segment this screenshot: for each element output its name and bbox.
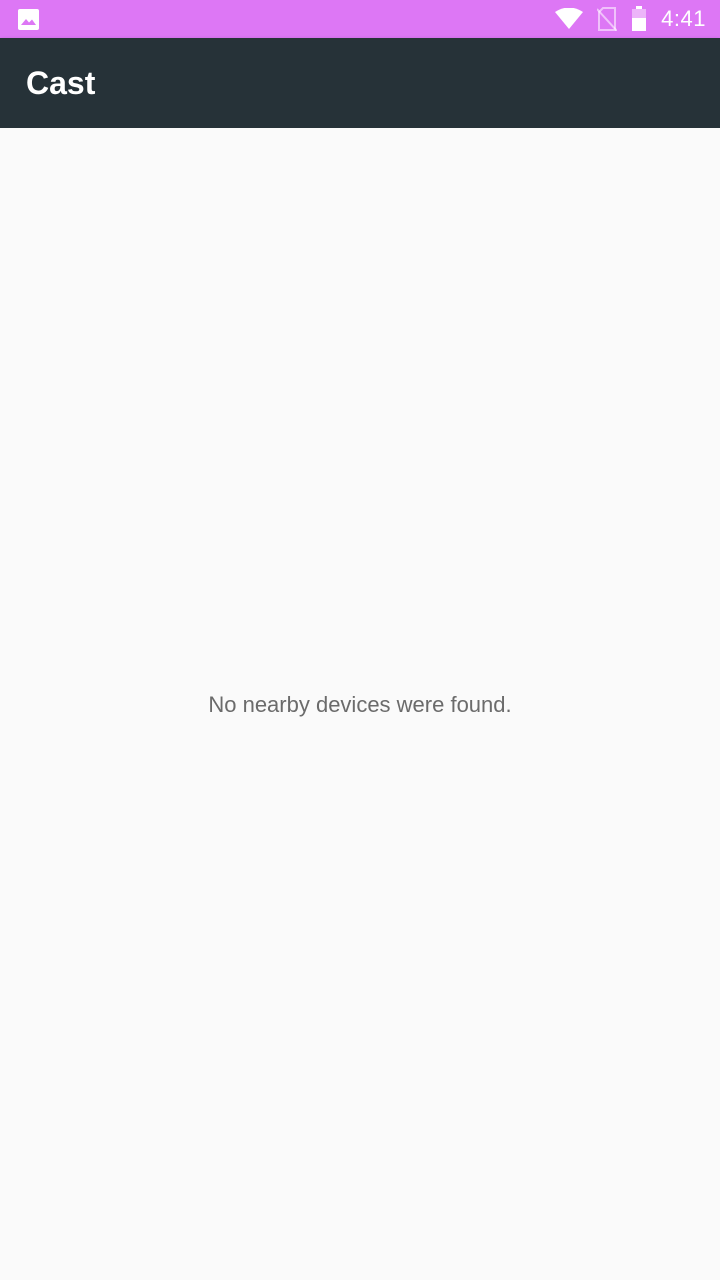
image-icon — [18, 9, 39, 30]
no-sim-icon — [597, 7, 618, 31]
battery-icon — [631, 6, 647, 32]
empty-state-message: No nearby devices were found. — [208, 692, 512, 717]
status-time: 4:41 — [661, 6, 706, 31]
status-icons: 4:41 — [555, 0, 706, 38]
device-list-area: No nearby devices were found. — [0, 128, 720, 1280]
app-toolbar: Cast — [0, 38, 720, 128]
status-bar: 4:41 — [0, 0, 720, 38]
page-title: Cast — [26, 65, 96, 101]
wifi-icon — [555, 8, 584, 30]
